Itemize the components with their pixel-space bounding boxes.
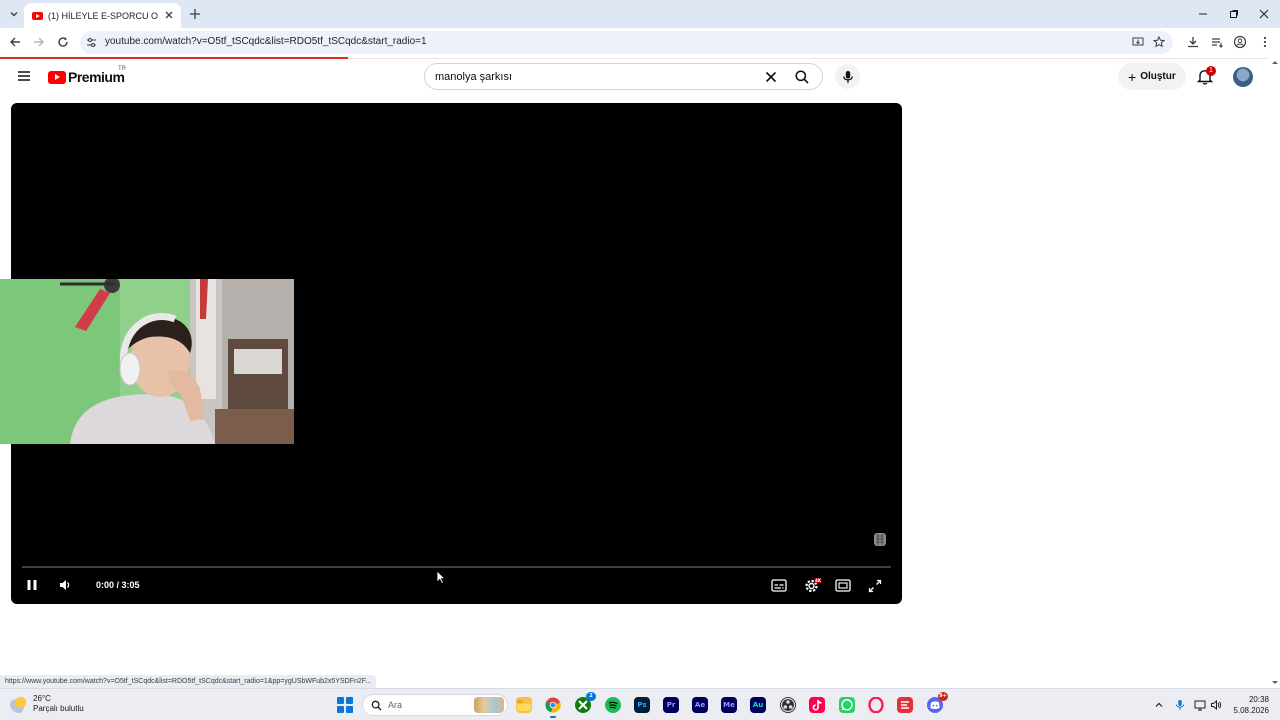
obs-icon[interactable] [780, 697, 796, 713]
show-hidden-icons-chevron-icon[interactable] [1153, 699, 1165, 711]
youtube-play-logo-icon [48, 70, 66, 84]
toolbar-divider [348, 57, 1268, 59]
reading-list-icon[interactable] [1210, 35, 1224, 49]
video-progress-bar[interactable] [22, 566, 891, 568]
xbox-icon[interactable]: 2 [575, 692, 596, 713]
search-box [424, 63, 823, 90]
site-settings-icon[interactable] [86, 37, 97, 48]
logo-text: Premium [68, 69, 125, 85]
weather-description: Parçalı bulutlu [33, 704, 84, 713]
settings-gear-icon[interactable]: 4K [804, 577, 822, 594]
start-windows-icon[interactable] [337, 697, 353, 713]
tab-title: (1) HİLEYLE E-SPORCU OLDUM [48, 10, 158, 21]
opera-gx-icon[interactable] [868, 697, 884, 713]
premiere-icon[interactable]: Pr [663, 697, 679, 713]
file-explorer-icon[interactable] [516, 697, 532, 713]
microphone-in-use-icon[interactable] [1174, 699, 1186, 711]
link-status-bubble: https://www.youtube.com/watch?v=O5tf_tSC… [0, 675, 377, 688]
quality-badge: 4K [815, 578, 822, 583]
notification-count-badge: 1 [1206, 66, 1216, 76]
clock-time: 20:38 [1248, 695, 1269, 704]
xbox-badge: 2 [586, 692, 596, 701]
volume-tray-icon[interactable] [1210, 699, 1222, 711]
media-encoder-icon[interactable]: Me [721, 697, 737, 713]
windows-taskbar: 26°C Parçalı bulutlu Ara 2 Ps Pr Ae Me A… [0, 688, 1280, 720]
taskbar-search-box[interactable]: Ara [362, 694, 508, 716]
create-button-label: Oluştur [1140, 71, 1176, 82]
close-window-icon[interactable] [1257, 7, 1271, 21]
time-display: 0:00 / 3:05 [96, 580, 140, 590]
subtitles-icon[interactable] [771, 579, 787, 592]
plus-icon: + [1128, 68, 1137, 85]
partly-cloudy-icon [10, 695, 28, 713]
reload-icon[interactable] [56, 35, 70, 49]
forward-arrow-icon[interactable] [32, 35, 46, 49]
restore-window-icon[interactable] [1227, 7, 1241, 21]
clock-date: 5.08.2026 [1233, 706, 1269, 715]
photoshop-icon[interactable]: Ps [634, 697, 650, 713]
taskbar-search-placeholder: Ara [388, 700, 403, 710]
address-bar[interactable]: youtube.com/watch?v=O5tf_tSCqdc&list=RDO… [80, 31, 1173, 54]
browser-tab-strip: (1) HİLEYLE E-SPORCU OLDUM [0, 0, 1280, 28]
create-button[interactable]: + Oluştur [1118, 63, 1186, 90]
youtube-premium-logo[interactable]: Premium TR [48, 66, 126, 86]
clear-search-icon[interactable] [764, 70, 778, 84]
notifications-bell-icon[interactable]: 1 [1197, 66, 1216, 86]
account-avatar[interactable] [1233, 67, 1253, 87]
new-tab-icon[interactable] [188, 7, 202, 21]
youtube-favicon-icon [32, 11, 43, 20]
audition-icon[interactable]: Au [750, 697, 766, 713]
profile-icon[interactable] [1233, 35, 1247, 49]
page-load-progress [0, 57, 348, 59]
channel-watermark-icon[interactable] [873, 531, 887, 547]
search-highlight-image [474, 697, 504, 713]
browser-tab-active[interactable]: (1) HİLEYLE E-SPORCU OLDUM [24, 3, 181, 28]
tab-close-icon[interactable] [163, 9, 175, 21]
install-app-icon[interactable] [1132, 36, 1144, 48]
webcam-overlay [0, 279, 294, 444]
discord-icon[interactable]: 9+ [927, 692, 948, 713]
page-scrollbar[interactable] [1270, 57, 1280, 688]
country-code: TR [118, 66, 126, 72]
streamlabs-icon[interactable] [897, 697, 913, 713]
weather-widget[interactable]: 26°C Parçalı bulutlu [10, 694, 84, 714]
network-icon[interactable] [1194, 699, 1206, 711]
after-effects-icon[interactable]: Ae [692, 697, 708, 713]
discord-badge: 9+ [938, 692, 948, 701]
tab-search-chevron-icon[interactable] [5, 5, 23, 23]
tiktok-icon[interactable] [809, 697, 825, 713]
pause-icon[interactable] [25, 578, 39, 592]
downloads-icon[interactable] [1186, 35, 1200, 49]
exit-fullscreen-icon[interactable] [868, 579, 882, 593]
microphone-icon [842, 70, 854, 84]
whatsapp-icon[interactable] [839, 697, 855, 713]
theater-mode-icon[interactable] [835, 579, 851, 592]
mouse-cursor-icon [436, 570, 446, 584]
chrome-icon[interactable] [545, 697, 561, 718]
url-text: youtube.com/watch?v=O5tf_tSCqdc&list=RDO… [105, 36, 427, 47]
browser-toolbar: youtube.com/watch?v=O5tf_tSCqdc&list=RDO… [0, 28, 1280, 57]
taskbar-search-icon [371, 700, 382, 711]
voice-search-button[interactable] [835, 64, 860, 89]
guide-menu-icon[interactable] [16, 68, 32, 84]
spotify-icon[interactable] [605, 697, 621, 713]
minimize-window-icon[interactable] [1196, 7, 1210, 21]
bookmark-star-icon[interactable] [1153, 36, 1165, 48]
weather-temperature: 26°C [33, 694, 51, 703]
volume-icon[interactable] [58, 578, 72, 592]
chrome-menu-icon[interactable] [1258, 35, 1272, 49]
search-input[interactable] [435, 68, 755, 86]
search-icon[interactable] [794, 69, 810, 85]
taskbar-clock[interactable]: 20:38 5.08.2026 [1227, 694, 1269, 716]
back-arrow-icon[interactable] [8, 35, 22, 49]
